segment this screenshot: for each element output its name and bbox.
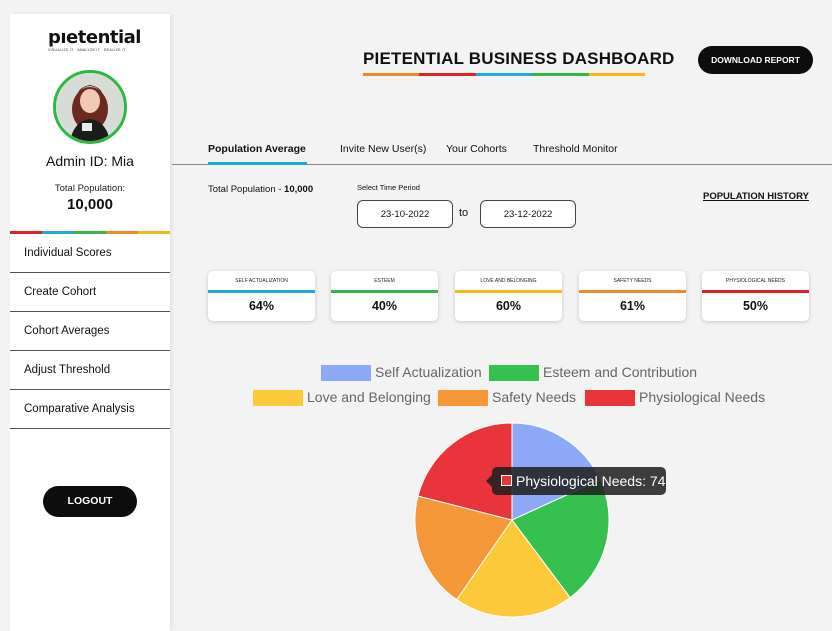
legend-label-self-actualization[interactable]: Self Actualization <box>375 364 482 380</box>
to-label: to <box>459 207 469 219</box>
legend-label-esteem[interactable]: Esteem and Contribution <box>543 364 697 380</box>
legend-swatch-esteem[interactable] <box>489 365 539 381</box>
avatar <box>53 70 127 144</box>
end-date-field[interactable]: 23-12-2022 <box>480 200 576 228</box>
card-accent <box>702 290 809 293</box>
card-value: 40% <box>371 299 398 313</box>
legend-swatch-self-actualization[interactable] <box>321 365 371 381</box>
tab-your-cohorts[interactable]: Your Cohorts <box>446 143 507 155</box>
card-accent <box>579 290 686 293</box>
sidebar: pıetential VISUALIZE IT · ANALYZE IT · R… <box>10 14 170 631</box>
legend-swatch-safety-needs[interactable] <box>438 390 488 406</box>
sidebar-item-comparative-analysis[interactable]: Comparative Analysis <box>10 390 170 429</box>
pie-slice-esteem-and-contribution[interactable] <box>511 479 610 599</box>
legend-label-love-belonging[interactable]: Love and Belonging <box>307 389 431 405</box>
avatar-image <box>56 73 124 141</box>
tab-invite-new-users[interactable]: Invite New User(s) <box>340 143 426 155</box>
total-population-value: 10,000 <box>67 196 113 213</box>
tab-bar: Population Average Invite New User(s) Yo… <box>172 141 832 165</box>
download-report-button[interactable]: DOWNLOAD REPORT <box>698 46 813 74</box>
legend-swatch-love-belonging[interactable] <box>253 390 303 406</box>
sidebar-nav: Individual Scores Create Cohort Cohort A… <box>10 234 170 429</box>
admin-id: Admin ID: Mia <box>46 153 134 169</box>
score-card-safety-needs: SAFETY NEEDS 61% <box>579 271 686 321</box>
sidebar-item-create-cohort[interactable]: Create Cohort <box>10 273 170 312</box>
start-date-field[interactable]: 23-10-2022 <box>357 200 453 228</box>
card-label: ESTEEM <box>374 278 395 284</box>
card-value: 61% <box>619 299 646 313</box>
sidebar-item-individual-scores[interactable]: Individual Scores <box>10 234 170 273</box>
population-history-link[interactable]: POPULATION HISTORY <box>703 191 809 202</box>
score-card-esteem: ESTEEM 40% <box>331 271 438 321</box>
score-card-physiological-needs: PHYSIOLOGICAL NEEDS 50% <box>702 271 809 321</box>
card-accent <box>208 290 315 293</box>
total-population-summary: Total Population - 10,000 <box>208 184 313 195</box>
card-accent <box>455 290 562 293</box>
active-tab-indicator <box>208 162 307 165</box>
tooltip-text: Physiological Needs: 74 <box>516 473 666 489</box>
card-label: PHYSIOLOGICAL NEEDS <box>726 278 785 284</box>
sidebar-item-cohort-averages[interactable]: Cohort Averages <box>10 312 170 351</box>
card-label: SELF ACTUALIZATION <box>235 278 288 284</box>
card-value: 50% <box>742 299 769 313</box>
legend-label-safety-needs[interactable]: Safety Needs <box>492 389 576 405</box>
page-title: PIETENTIAL BUSINESS DASHBOARD <box>363 49 675 68</box>
score-card-love-belonging: LOVE AND BELONGING 60% <box>455 271 562 321</box>
tooltip-swatch <box>501 475 512 486</box>
chart-tooltip: Physiological Needs: 74 <box>486 467 666 495</box>
pie-slice-safety-needs[interactable] <box>414 495 513 601</box>
legend-swatch-physiological-needs[interactable] <box>585 390 635 406</box>
logout-button[interactable]: LOGOUT <box>43 486 137 517</box>
total-population-prefix: Total Population - <box>208 184 285 195</box>
card-value: 60% <box>495 299 522 313</box>
card-accent <box>331 290 438 293</box>
card-label: LOVE AND BELONGING <box>480 278 537 284</box>
sidebar-item-adjust-threshold[interactable]: Adjust Threshold <box>10 351 170 390</box>
logo: pıetential <box>48 27 141 48</box>
total-population-number: 10,000 <box>284 184 314 195</box>
time-period-label: Select Time Period <box>357 183 420 192</box>
tab-threshold-monitor[interactable]: Threshold Monitor <box>533 143 618 155</box>
tab-population-average[interactable]: Population Average <box>208 143 306 155</box>
tooltip-caret <box>486 475 492 487</box>
total-population-label: Total Population: <box>54 183 126 194</box>
logo-tagline: VISUALIZE IT · ANALYZE IT · REALIZE IT <box>48 48 126 52</box>
title-color-bar <box>363 73 646 76</box>
card-value: 64% <box>248 299 275 313</box>
card-label: SAFETY NEEDS <box>613 278 652 284</box>
score-card-self-actualization: SELF ACTUALIZATION 64% <box>208 271 315 321</box>
pie-slice-love-and-belonging[interactable] <box>455 519 571 618</box>
legend-label-physiological-needs[interactable]: Physiological Needs <box>639 389 765 405</box>
